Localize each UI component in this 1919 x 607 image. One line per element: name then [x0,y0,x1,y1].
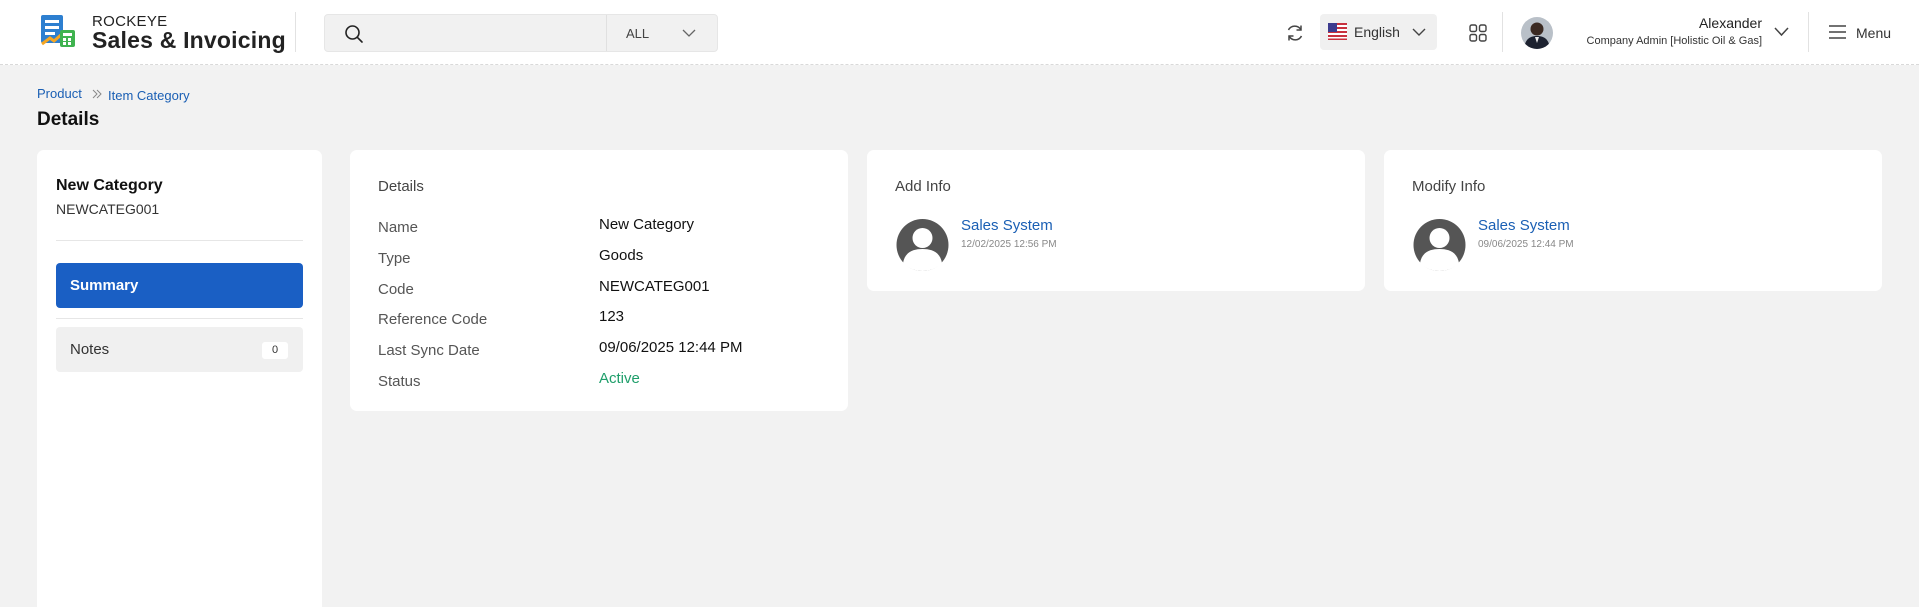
notes-count-badge: 0 [262,342,288,359]
search-box: ALL [324,14,718,52]
header-divider [1808,12,1809,52]
header-divider [1502,12,1503,52]
page-title: Details [37,109,100,130]
add-info-card: Add Info Sales System 12/02/2025 12:56 P… [867,150,1365,291]
chevron-down-icon[interactable] [1773,24,1790,39]
category-sidebar: New Category NEWCATEG001 Summary Notes 0 [37,150,322,607]
tab-summary[interactable]: Summary [56,263,303,308]
search-scope-label: ALL [626,26,650,41]
tab-notes-label: Notes [70,341,110,358]
detail-label-type: Type [378,250,411,267]
language-label: English [1354,24,1400,40]
details-card: Details Name New Category Type Goods Cod… [350,150,848,411]
detail-label-name: Name [378,219,419,236]
refresh-icon[interactable] [1284,22,1306,44]
add-info-date: 12/02/2025 12:56 PM [961,239,1057,250]
modify-info-user-link[interactable]: Sales System [1478,217,1570,234]
header-divider [295,12,296,52]
chevron-down-icon [1412,28,1426,36]
menu-button[interactable]: Menu [1828,22,1898,44]
menu-label: Menu [1856,25,1892,41]
user-placeholder-icon [896,219,949,271]
breadcrumb-product[interactable]: Product [37,86,82,101]
search-input[interactable] [375,15,625,51]
top-header: ROCKEYE Sales & Invoicing ALL English Al… [0,0,1919,65]
add-info-heading: Add Info [895,178,951,195]
user-avatar[interactable] [1521,17,1553,49]
user-role: Company Admin [Holistic Oil & Gas] [1586,35,1762,47]
breadcrumb-item-category[interactable]: Item Category [108,88,190,103]
tab-summary-label: Summary [70,277,139,294]
status-badge: Active [599,370,640,387]
detail-value-last-sync-date: 09/06/2025 12:44 PM [599,339,743,356]
apps-grid-icon[interactable] [1469,24,1487,42]
breadcrumb-separator-icon [92,89,102,99]
divider [56,318,303,319]
user-placeholder-icon [1413,219,1466,271]
detail-value-type: Goods [599,247,644,264]
add-info-user-link[interactable]: Sales System [961,217,1053,234]
chevron-down-icon [682,29,696,37]
tab-notes[interactable]: Notes 0 [56,327,303,372]
search-scope-dropdown[interactable]: ALL [606,15,718,51]
detail-value-name: New Category [599,216,695,233]
detail-label-reference-code: Reference Code [378,311,488,328]
user-name: Alexander [1698,15,1762,31]
detail-label-status: Status [378,373,421,390]
hamburger-icon [1829,25,1846,39]
detail-value-reference-code: 123 [599,308,625,325]
category-code: NEWCATEG001 [56,201,160,217]
brand-name-app: Sales & Invoicing [92,27,286,53]
modify-info-date: 09/06/2025 12:44 PM [1478,239,1574,250]
search-icon[interactable] [344,24,364,44]
category-title: New Category [56,177,163,194]
detail-label-code: Code [378,281,414,298]
logo-icon [41,15,75,47]
modify-info-heading: Modify Info [1412,178,1486,195]
details-heading: Details [378,178,424,195]
divider [56,240,303,241]
language-selector[interactable]: English [1320,14,1437,50]
modify-info-card: Modify Info Sales System 09/06/2025 12:4… [1384,150,1882,291]
detail-value-code: NEWCATEG001 [599,278,710,295]
us-flag-icon [1328,23,1347,40]
detail-label-last-sync-date: Last Sync Date [378,342,480,359]
